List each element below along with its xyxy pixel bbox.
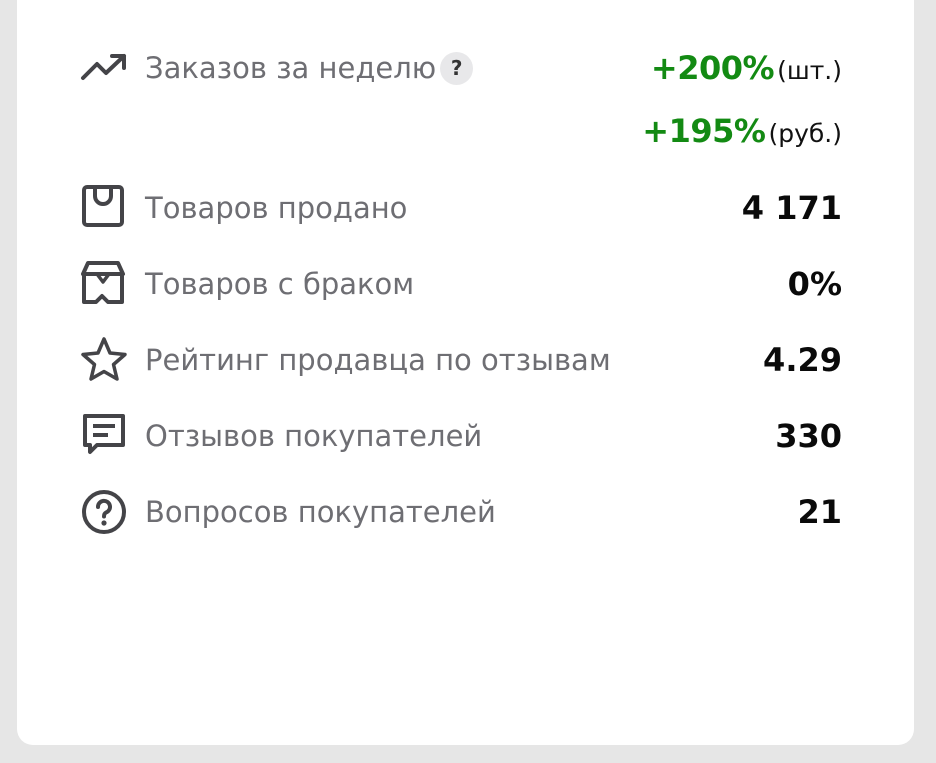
stat-label: Товаров с браком [145,267,415,301]
help-icon[interactable]: ? [440,52,474,85]
stat-row-defective: Товаров с браком 0% [80,260,842,308]
star-icon [80,336,128,384]
orders-rubles-unit: (руб.) [768,119,842,148]
stat-row-rating: Рейтинг продавца по отзывам 4.29 [80,336,842,384]
stat-value: 21 [797,493,842,531]
orders-pieces-change-value: +200% [650,49,775,87]
orders-week-label: Заказов за неделю? [145,48,474,88]
orders-rubles-change: +195% (руб.) [642,111,842,157]
stat-value: 4 171 [741,189,842,227]
stat-label: Отзывов покупателей [145,419,483,453]
orders-week-label-text: Заказов за неделю [145,51,437,85]
stat-label: Товаров продано [145,191,408,225]
stat-value: 330 [775,417,842,455]
stat-row-questions: Вопросов покупателей 21 [80,488,842,536]
stat-value: 0% [787,265,842,303]
question-circle-icon [80,488,128,536]
stat-row-items-sold: Товаров продано 4 171 [80,184,842,232]
shopping-bag-icon [80,184,128,232]
stat-label: Рейтинг продавца по отзывам [145,343,611,377]
stat-row-reviews: Отзывов покупателей 330 [80,412,842,460]
orders-rubles-change-value: +195% [642,112,766,150]
stat-label: Вопросов покупателей [145,495,496,529]
damaged-box-icon [80,260,128,308]
orders-pieces-change: +200% (шт.) [651,48,842,94]
trending-up-icon [80,46,128,94]
stat-value: 4.29 [763,341,842,379]
orders-week-row: Заказов за неделю? +200% (шт.) +195% (руб.… [80,46,842,156]
orders-pieces-unit: (шт.) [777,56,842,85]
comment-icon [80,412,128,460]
